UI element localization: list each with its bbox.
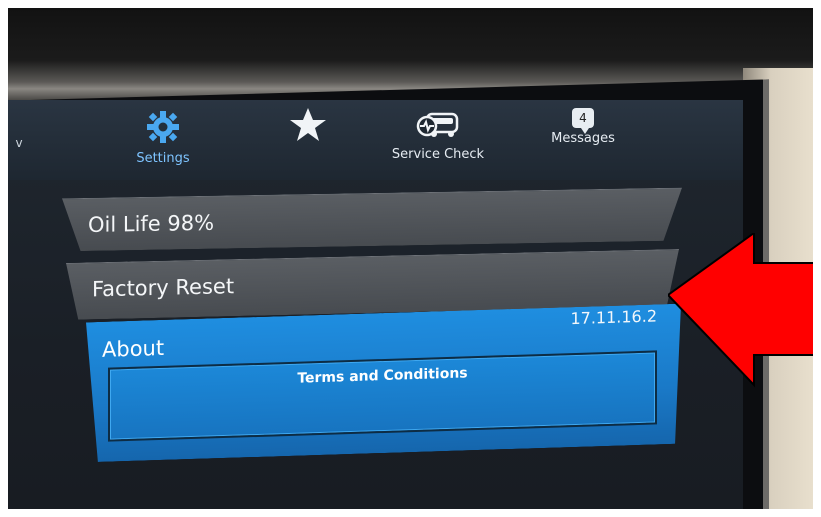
tab-service-check-label: Service Check — [391, 147, 485, 162]
terms-label: Terms and Conditions — [297, 365, 468, 387]
tab-favorites[interactable] — [283, 105, 333, 149]
red-arrow-annotation-icon — [668, 233, 813, 388]
photo-frame: v Settings Service Check 4 Messages Oil … — [8, 8, 813, 509]
gear-icon — [147, 111, 179, 143]
nav-scroll-left[interactable]: v — [12, 136, 26, 150]
messages-count-badge: 4 — [572, 108, 594, 134]
nav-left-glyph: v — [15, 136, 23, 150]
infotainment-screen: v Settings Service Check 4 Messages Oil … — [8, 100, 743, 509]
menu-item-about[interactable]: 17.11.16.2 About Terms and Conditions — [86, 304, 681, 463]
star-icon — [290, 108, 326, 141]
menu-item-oil-life[interactable]: Oil Life 98% — [62, 188, 682, 252]
about-label: About — [102, 335, 165, 362]
top-nav-bar: v Settings Service Check 4 Messages — [8, 100, 743, 180]
tab-settings-label: Settings — [136, 151, 190, 166]
software-version: 17.11.16.2 — [570, 306, 657, 329]
terms-and-conditions-button[interactable]: Terms and Conditions — [108, 350, 657, 441]
factory-reset-label: Factory Reset — [92, 274, 235, 302]
oil-life-label: Oil Life 98% — [88, 210, 215, 237]
tab-settings[interactable]: Settings — [118, 110, 208, 166]
car-diagnostic-icon — [416, 112, 459, 137]
tab-messages[interactable]: 4 Messages — [543, 108, 623, 146]
tab-service-check[interactable]: Service Check — [388, 110, 488, 162]
